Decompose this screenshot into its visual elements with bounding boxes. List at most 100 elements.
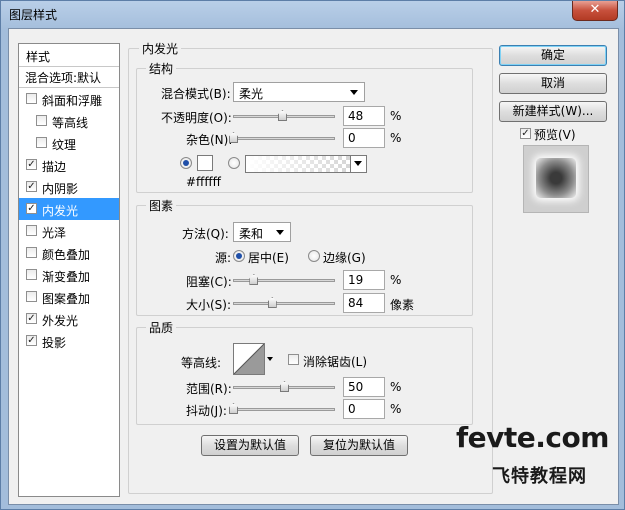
style-preview-box (523, 145, 589, 213)
texture-checkbox[interactable] (36, 137, 47, 148)
style-item-stroke[interactable]: ✓ 描边 (19, 154, 119, 176)
style-item-texture[interactable]: 纹理 (19, 132, 119, 154)
jitter-slider[interactable] (229, 403, 335, 414)
drop-shadow-checkbox[interactable]: ✓ (26, 335, 37, 346)
jitter-slider-thumb[interactable] (229, 403, 238, 414)
pattern-overlay-checkbox[interactable] (26, 291, 37, 302)
glow-color-radio[interactable] (180, 157, 192, 169)
watermark-site-name: 飞特教程网 (492, 466, 587, 487)
jitter-unit: % (390, 402, 402, 416)
glow-color-swatch[interactable] (197, 155, 213, 171)
style-item-satin[interactable]: 光泽 (19, 220, 119, 242)
color-hex-label: #ffffff (186, 175, 221, 189)
style-item-pattern-overlay[interactable]: 图案叠加 (19, 286, 119, 308)
range-input[interactable]: 50 (343, 377, 385, 397)
noise-unit: % (390, 131, 402, 145)
glow-gradient-picker[interactable] (245, 155, 367, 173)
chevron-down-icon (350, 90, 358, 95)
choke-input[interactable]: 19 (343, 270, 385, 290)
preview-label: 预览(V) (534, 128, 576, 142)
noise-input[interactable]: 0 (343, 128, 385, 148)
satin-checkbox[interactable] (26, 225, 37, 236)
contour-checkbox[interactable] (36, 115, 47, 126)
stroke-checkbox[interactable]: ✓ (26, 159, 37, 170)
method-select[interactable]: 柔和 (233, 222, 291, 242)
inner-glow-group: 内发光 结构 混合模式(B): 柔光 不透明度(O): 48 % 杂色(N): (128, 40, 493, 494)
style-item-inner-shadow[interactable]: ✓ 内阴影 (19, 176, 119, 198)
style-item-color-overlay[interactable]: 颜色叠加 (19, 242, 119, 264)
source-center-label: 居中(E) (248, 251, 289, 265)
cancel-button[interactable]: 取消 (499, 73, 607, 94)
antialias-checkbox[interactable] (288, 354, 299, 365)
style-list-header[interactable]: 样式 (19, 44, 119, 67)
opacity-label: 不透明度(O): (161, 111, 232, 125)
contour-dropdown-icon[interactable] (265, 343, 275, 375)
choke-label: 阻塞(C): (186, 275, 232, 289)
gradient-dropdown-icon[interactable] (350, 156, 366, 172)
size-label: 大小(S): (186, 298, 232, 312)
range-label: 范围(R): (186, 382, 232, 396)
style-item-gradient-overlay[interactable]: 渐变叠加 (19, 264, 119, 286)
style-preview-thumbnail (536, 158, 576, 198)
contour-curve-icon (233, 343, 265, 375)
color-overlay-checkbox[interactable] (26, 247, 37, 258)
preview-checkbox[interactable]: ✓ (520, 128, 531, 139)
title-bar[interactable]: 图层样式 ✕ (1, 1, 624, 27)
choke-slider-thumb[interactable] (249, 274, 259, 285)
close-button[interactable]: ✕ (572, 1, 618, 21)
structure-group: 结构 混合模式(B): 柔光 不透明度(O): 48 % 杂色(N): 0 % … (136, 60, 473, 193)
source-edge-radio[interactable] (308, 250, 320, 262)
style-item-drop-shadow[interactable]: ✓ 投影 (19, 330, 119, 352)
ok-button[interactable]: 确定 (499, 45, 607, 66)
elements-title: 图素 (146, 197, 177, 214)
inner-shadow-checkbox[interactable]: ✓ (26, 181, 37, 192)
elements-group: 图素 方法(Q): 柔和 源: 居中(E) 边缘(G) 阻塞(C): 19 % (136, 197, 473, 316)
antialias-label: 消除锯齿(L) (303, 355, 368, 369)
outer-glow-checkbox[interactable]: ✓ (26, 313, 37, 324)
quality-title: 品质 (146, 319, 177, 336)
source-edge-label: 边缘(G) (323, 251, 366, 265)
bevel-emboss-checkbox[interactable] (26, 93, 37, 104)
jitter-input[interactable]: 0 (343, 399, 385, 419)
method-label: 方法(Q): (182, 227, 229, 241)
contour-label: 等高线: (181, 356, 222, 370)
opacity-input[interactable]: 48 (343, 106, 385, 126)
make-default-button[interactable]: 设置为默认值 (201, 435, 299, 456)
size-slider-thumb[interactable] (267, 297, 277, 308)
style-item-bevel-emboss[interactable]: 斜面和浮雕 (19, 88, 119, 110)
style-item-outer-glow[interactable]: ✓ 外发光 (19, 308, 119, 330)
structure-title: 结构 (146, 60, 177, 77)
quality-group: 品质 等高线: 消除锯齿(L) 范围(R): 50 % 抖动(J): 0 % (136, 319, 473, 425)
opacity-unit: % (390, 109, 402, 123)
blend-mode-select[interactable]: 柔光 (233, 82, 365, 102)
opacity-slider-thumb[interactable] (277, 110, 287, 121)
range-unit: % (390, 380, 402, 394)
jitter-label: 抖动(J): (186, 404, 227, 418)
reset-default-button[interactable]: 复位为默认值 (310, 435, 408, 456)
inner-glow-title: 内发光 (139, 40, 182, 57)
gradient-overlay-checkbox[interactable] (26, 269, 37, 280)
glow-gradient-radio[interactable] (228, 157, 240, 169)
size-input[interactable]: 84 (343, 293, 385, 313)
noise-slider[interactable] (229, 132, 335, 143)
style-item-inner-glow[interactable]: ✓ 内发光 (19, 198, 119, 220)
size-slider[interactable] (233, 297, 335, 308)
choke-slider[interactable] (233, 274, 335, 285)
style-list: 样式 混合选项:默认 斜面和浮雕 等高线 纹理 ✓ 描边 ✓ 内阴影 ✓ 内发光… (18, 43, 120, 497)
size-unit: 像素 (390, 298, 415, 312)
blend-options-item[interactable]: 混合选项:默认 (19, 67, 119, 88)
source-center-radio[interactable] (233, 250, 245, 262)
close-icon: ✕ (589, 2, 601, 17)
chevron-down-icon (276, 230, 284, 235)
new-style-button[interactable]: 新建样式(W)... (499, 101, 607, 122)
inner-glow-checkbox[interactable]: ✓ (26, 203, 37, 214)
contour-preview[interactable] (233, 343, 265, 375)
noise-label: 杂色(N): (186, 133, 233, 147)
range-slider[interactable] (233, 381, 335, 392)
layer-style-dialog: 图层样式 ✕ 样式 混合选项:默认 斜面和浮雕 等高线 纹理 ✓ 描边 ✓ 内阴… (0, 0, 625, 510)
style-item-contour[interactable]: 等高线 (19, 110, 119, 132)
opacity-slider[interactable] (233, 110, 335, 121)
watermark-domain: fevte.com (456, 421, 609, 454)
choke-unit: % (390, 273, 402, 287)
range-slider-thumb[interactable] (280, 381, 289, 392)
